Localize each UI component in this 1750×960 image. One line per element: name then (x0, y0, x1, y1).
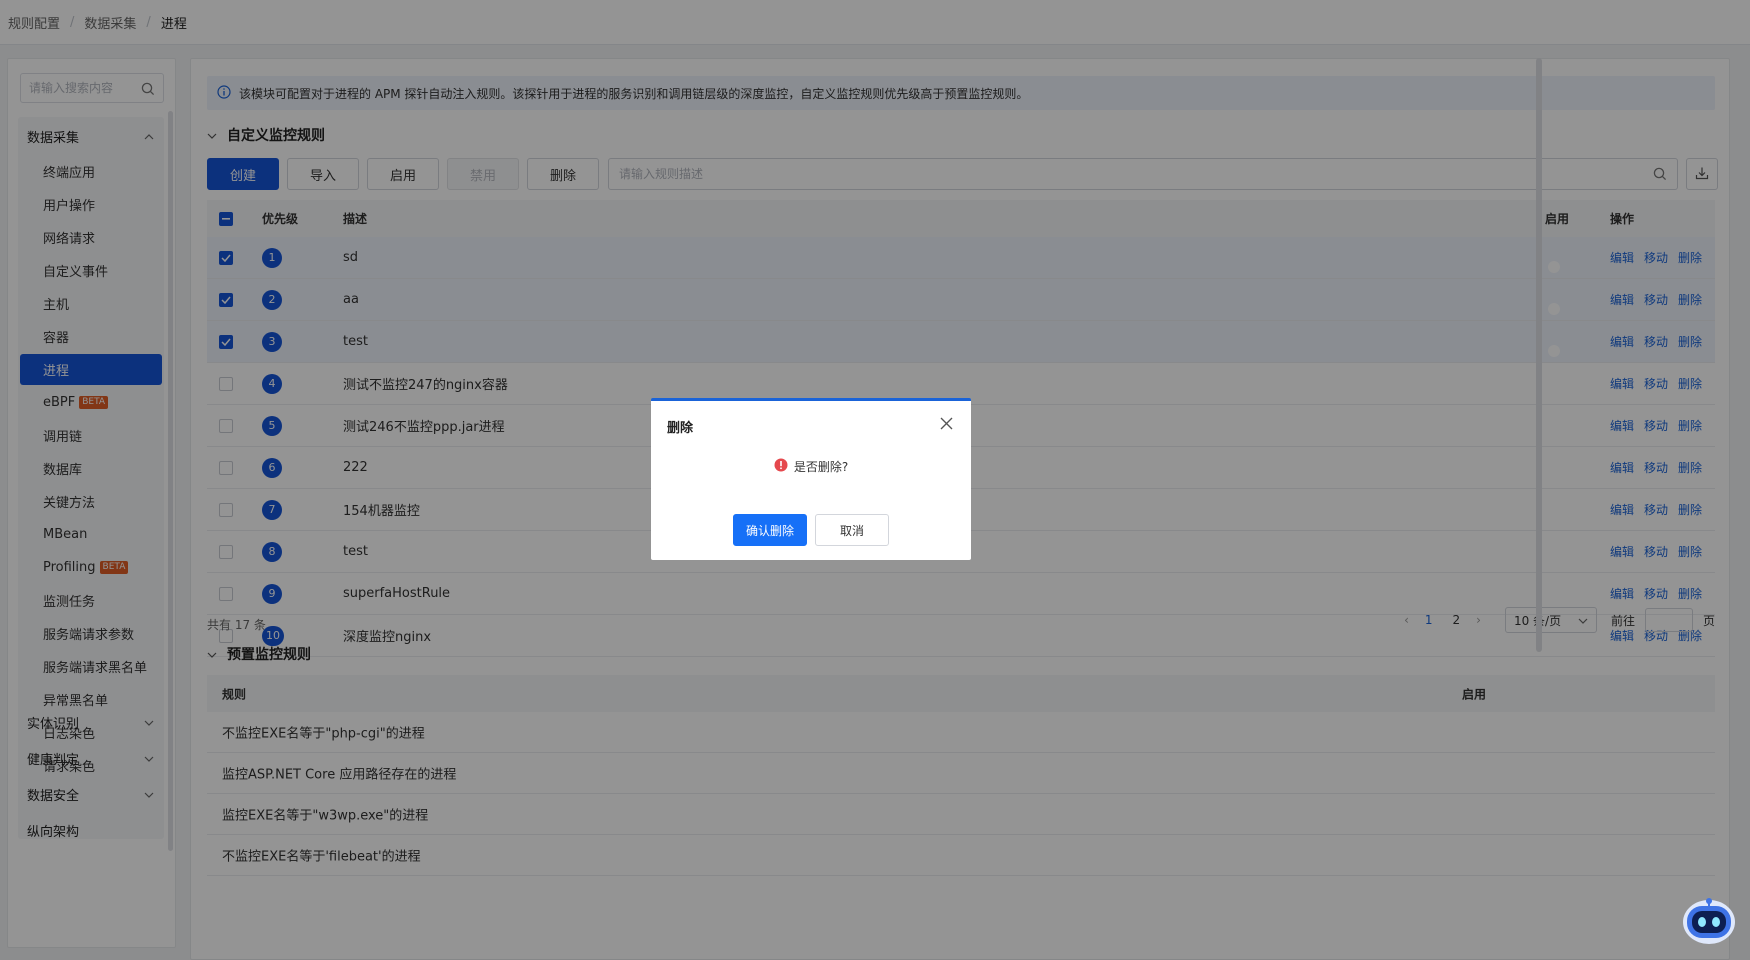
assistant-robot-icon[interactable] (1680, 892, 1738, 948)
warning-icon (774, 458, 788, 475)
close-icon[interactable] (940, 417, 953, 433)
dialog-message-text: 是否删除? (793, 460, 849, 474)
dialog-actions: 确认删除 取消 (651, 514, 971, 546)
cancel-button[interactable]: 取消 (815, 514, 889, 546)
delete-confirm-dialog: 删除 是否删除? 确认删除 取消 (651, 398, 971, 560)
dialog-message: 是否删除? (651, 458, 971, 475)
confirm-delete-button[interactable]: 确认删除 (733, 514, 807, 546)
dialog-title: 删除 (667, 421, 694, 436)
